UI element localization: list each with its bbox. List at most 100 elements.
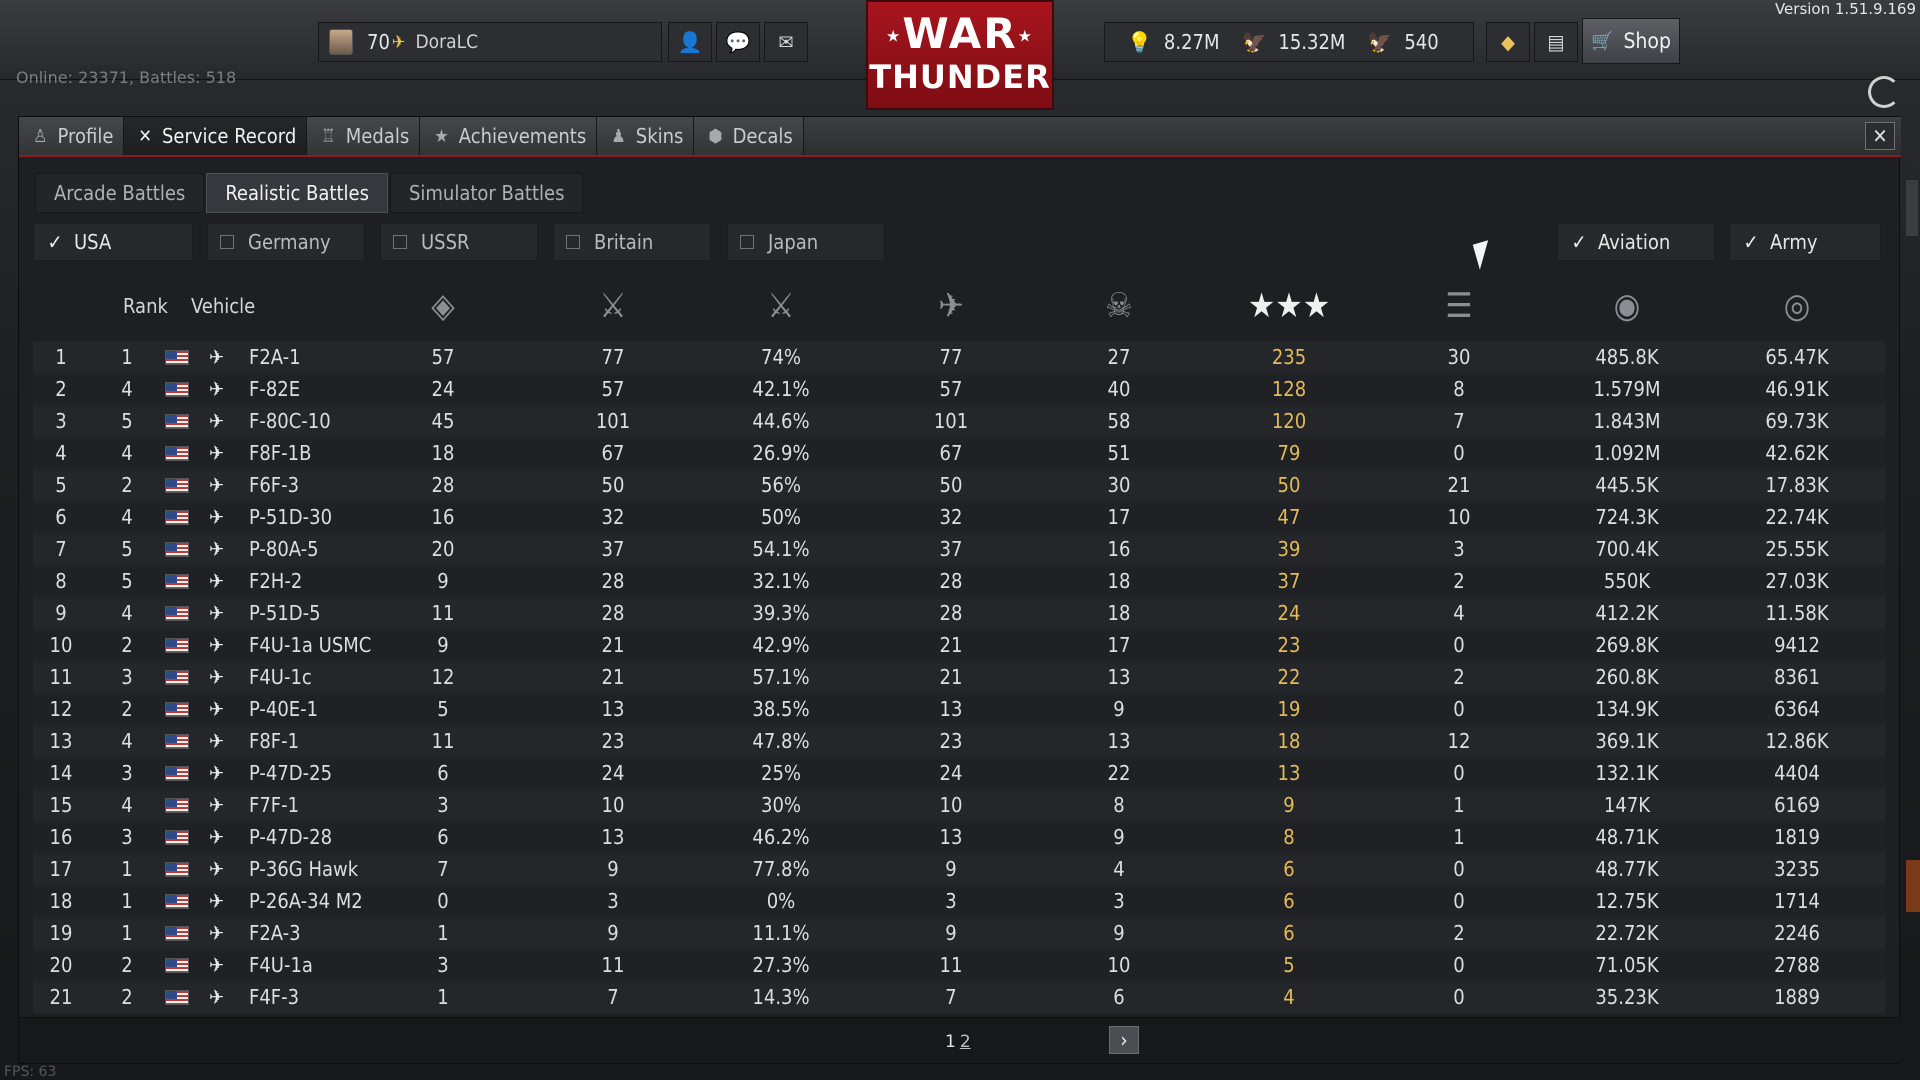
aircraft-icon: ✈ (209, 889, 225, 913)
table-row[interactable]: 21 2 ✈ F4F-3 1 7 14.3% 7 6 4 0 35.23K 1889 (33, 981, 1885, 1013)
friends-button[interactable]: 👤 (668, 22, 712, 62)
table-row[interactable]: 7 5 ✈ P-80A-5 20 37 54.1% 37 16 39 3 700.4K 25.55K (33, 533, 1885, 565)
table-row[interactable]: 8 5 ✈ F2H-2 9 28 32.1% 28 18 37 2 550K 27.03K (33, 565, 1885, 597)
aircraft-icon: ✈ (209, 377, 225, 401)
table-row[interactable]: 20 2 ✈ F4U-1a 3 11 27.3% 11 10 5 0 71.05K 2788 (33, 949, 1885, 981)
stat-cell: 12 (431, 665, 455, 689)
col-sessions[interactable]: ⚔ (573, 271, 653, 341)
tab-decals[interactable]: ⬢ Decals (694, 117, 804, 155)
col-ground-kills[interactable]: ☰ (1419, 271, 1499, 341)
col-flyouts[interactable]: ✈ (911, 271, 991, 341)
vehicle-rank: 3 (121, 825, 133, 849)
chat-button[interactable]: 💬 (716, 22, 760, 62)
table-row[interactable]: 4 4 ✈ F8F-1B 18 67 26.9% 67 51 79 0 1.092M 42.62K (33, 437, 1885, 469)
filter-germany[interactable]: Germany (207, 223, 365, 261)
stat-cell: 67 (601, 441, 625, 465)
vehicle-name: F-82E (249, 377, 301, 401)
fps-counter: FPS: 63 (4, 1064, 57, 1080)
stat-cell: 9412 (1774, 633, 1820, 657)
stat-cell: 32 (601, 505, 625, 529)
close-button[interactable]: ✕ (1865, 122, 1895, 150)
table-row[interactable]: 5 2 ✈ F6F-3 28 50 56% 50 30 50 21 445.5K 17.83K (33, 469, 1885, 501)
stat-cell: 9 (945, 921, 957, 945)
stat-cell: 57 (431, 345, 455, 369)
tab-simulator[interactable]: Simulator Battles (389, 173, 584, 213)
col-air-kills[interactable]: ★★★ (1248, 271, 1330, 341)
filter-usa[interactable]: ✓ USA (33, 223, 193, 261)
stat-cell: 132.1K (1595, 761, 1659, 785)
stat-cell: 3 (1453, 537, 1465, 561)
aircraft-icon: ✈ (209, 473, 225, 497)
table-row[interactable]: 16 3 ✈ P-47D-28 6 13 46.2% 13 9 8 1 48.71K 1819 (33, 821, 1885, 853)
wallet-button[interactable]: ▤ (1534, 22, 1578, 62)
filter-aviation[interactable]: ✓ Aviation (1557, 223, 1715, 261)
avatar[interactable] (329, 29, 353, 55)
stat-cell: 0 (1453, 633, 1465, 657)
page-2[interactable]: 2 (960, 1032, 971, 1052)
table-row[interactable]: 18 1 ✈ P-26A-34 M2 0 3 0% 3 3 6 0 12.75K 1714 (33, 885, 1885, 917)
page-1[interactable]: 1 (945, 1032, 956, 1052)
stat-cell: 50 (601, 473, 625, 497)
stat-cell: 3235 (1774, 857, 1820, 881)
col-victories[interactable]: ◈ (403, 271, 483, 341)
premium-button[interactable]: ◆ (1486, 22, 1530, 62)
table-row[interactable]: 3 5 ✈ F-80C-10 45 101 44.6% 101 58 120 7 1.843M 69.7… (33, 405, 1885, 437)
stat-cell: 11.58K (1765, 601, 1829, 625)
col-vehicle[interactable]: Vehicle (191, 271, 291, 341)
col-research[interactable]: ◎ (1757, 271, 1837, 341)
tab-profile[interactable]: ♙ Profile (19, 117, 125, 155)
col-win-rate[interactable]: ⚔ (741, 271, 821, 341)
mail-button[interactable]: ✉ (764, 22, 808, 62)
table-row[interactable]: 10 2 ✈ F4U-1a USMC 9 21 42.9% 21 17 23 0 269.8K 9412 (33, 629, 1885, 661)
stat-cell: 6364 (1774, 697, 1820, 721)
table-row[interactable]: 17 1 ✈ P-36G Hawk 7 9 77.8% 9 4 6 0 48.77K 3235 (33, 853, 1885, 885)
stat-cell: 5 (1283, 953, 1295, 977)
checkbox-icon (220, 235, 234, 249)
player-info[interactable]: 70 ✈ DoraLC (318, 22, 662, 62)
stat-cell: 79 (1277, 441, 1301, 465)
vehicle-name: P-47D-25 (249, 761, 333, 785)
skin-icon: ♟ (611, 125, 626, 147)
stat-cell: 7 (607, 985, 619, 1009)
checkbox-icon (740, 235, 754, 249)
next-page-button[interactable]: › (1109, 1026, 1139, 1054)
checkmark-icon: ✓ (1571, 230, 1587, 254)
tab-skins[interactable]: ♟ Skins (597, 117, 695, 155)
golden-eagles-value: 540 (1404, 30, 1439, 54)
col-rank[interactable]: Rank (123, 271, 183, 341)
table-row[interactable]: 19 1 ✈ F2A-3 1 9 11.1% 9 9 6 2 22.72K 2246 (33, 917, 1885, 949)
table-row[interactable]: 15 4 ✈ F7F-1 3 10 30% 10 8 9 1 147K 6169 (33, 789, 1885, 821)
tab-medals[interactable]: ♖ Medals (307, 117, 421, 155)
stat-cell: 9 (1113, 825, 1125, 849)
table-row[interactable]: 9 4 ✈ P-51D-5 11 28 39.3% 28 18 24 4 412.2K 11.58K (33, 597, 1885, 629)
filter-army[interactable]: ✓ Army (1729, 223, 1881, 261)
stat-cell: 13 (601, 697, 625, 721)
tab-arcade[interactable]: Arcade Battles (35, 173, 205, 213)
aircraft-icon: ✈ (209, 665, 225, 689)
stat-cell: 38.5% (752, 697, 810, 721)
currency-display[interactable]: 💡 8.27M 🦅 15.32M 🦅 540 (1104, 22, 1474, 62)
table-row[interactable]: 11 3 ✈ F4U-1c 12 21 57.1% 21 13 22 2 260.8K 8361 (33, 661, 1885, 693)
tab-achievements[interactable]: ★ Achievements (420, 117, 598, 155)
scrollbar[interactable] (1906, 180, 1918, 236)
table-row[interactable]: 1 1 ✈ F2A-1 57 77 74% 77 27 235 30 485.8K 65.47K (33, 341, 1885, 373)
table-row[interactable]: 6 4 ✈ P-51D-30 16 32 50% 32 17 47 10 724.3K 22.74K (33, 501, 1885, 533)
table-row[interactable]: 12 2 ✈ P-40E-1 5 13 38.5% 13 9 19 0 134.9K 6364 (33, 693, 1885, 725)
tab-realistic[interactable]: Realistic Battles (206, 173, 388, 213)
table-row[interactable]: 14 3 ✈ P-47D-25 6 24 25% 24 22 13 0 132.1K 4404 (33, 757, 1885, 789)
filter-ussr[interactable]: USSR (380, 223, 538, 261)
filter-britain[interactable]: Britain (553, 223, 711, 261)
stat-cell: 44.6% (752, 409, 810, 433)
col-deaths[interactable]: ☠ (1079, 271, 1159, 341)
stat-cell: 6 (437, 761, 449, 785)
stat-cell: 7 (437, 857, 449, 881)
col-lions[interactable]: ◉ (1587, 271, 1667, 341)
filter-japan[interactable]: Japan (727, 223, 885, 261)
table-row[interactable]: 2 4 ✈ F-82E 24 57 42.1% 57 40 128 8 1.579M 46.91K (33, 373, 1885, 405)
stat-cell: 40 (1107, 377, 1131, 401)
tab-service-record[interactable]: ✕ Service Record (124, 117, 308, 155)
table-row[interactable]: 13 4 ✈ F8F-1 11 23 47.8% 23 13 18 12 369.1K 12.86K (33, 725, 1885, 757)
stat-cell: 9 (437, 633, 449, 657)
shop-button[interactable]: 🛒 Shop (1582, 18, 1680, 64)
usa-flag-icon (165, 382, 189, 397)
